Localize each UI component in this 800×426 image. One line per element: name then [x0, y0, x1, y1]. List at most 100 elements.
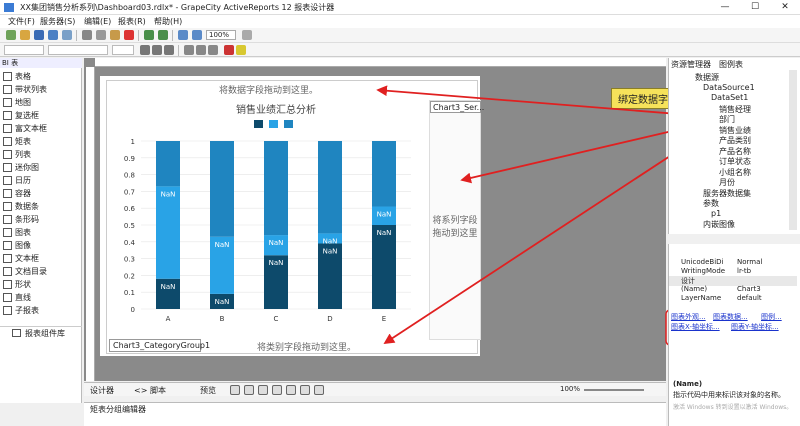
undo-icon[interactable]	[144, 30, 154, 40]
zoom-out-icon[interactable]	[192, 30, 202, 40]
tab-legend-table[interactable]: 图例表	[719, 59, 743, 70]
series-field-label: Chart3_Ser...	[433, 103, 485, 112]
chart-control[interactable]: 将数据字段拖动到这里。 销售业绩汇总分析 0 0.1 0.2 0.3 0.4 0.5 0.6 0…	[106, 80, 478, 354]
save-icon[interactable]	[34, 30, 44, 40]
layout-icon-2[interactable]	[244, 385, 254, 395]
tab-script[interactable]: <> 脚本	[134, 385, 166, 396]
tab-resource-explorer[interactable]: 资源管理器	[671, 59, 711, 70]
tree-node[interactable]: 服务器数据集	[703, 188, 751, 199]
menu-help[interactable]: 帮助(H)	[154, 16, 182, 27]
series-drop-area[interactable]: Chart3_Ser... 将系列字段拖动到这里	[429, 100, 485, 340]
category-drop-hint[interactable]: 将类别字段拖动到这里。	[257, 340, 356, 353]
toolbox-item[interactable]: 图表	[0, 226, 82, 238]
font-select[interactable]	[48, 45, 108, 55]
cut-icon[interactable]	[82, 30, 92, 40]
hand-icon[interactable]	[314, 385, 324, 395]
open-icon[interactable]	[20, 30, 30, 40]
toolbox-item[interactable]: 文本框	[0, 252, 82, 264]
delete-icon[interactable]	[124, 30, 134, 40]
zoom-select[interactable]: 100%	[206, 30, 236, 40]
size-select[interactable]	[112, 45, 134, 55]
minimize-button[interactable]: —	[710, 0, 740, 15]
toolbox-item[interactable]: 富文本框	[0, 122, 82, 134]
data-drop-hint[interactable]: 将数据字段拖动到这里。	[219, 83, 318, 96]
toolbox-item[interactable]: 迷你图	[0, 161, 82, 173]
menu-report[interactable]: 报表(R)	[118, 16, 146, 27]
toolbox-item[interactable]: 地图	[0, 96, 82, 108]
toolbox-item[interactable]: 形状	[0, 278, 82, 290]
toolbox-item[interactable]: 子报表	[0, 304, 82, 316]
tree-node[interactable]: 订单状态	[719, 156, 751, 167]
align-left-icon[interactable]	[184, 45, 194, 55]
style-select[interactable]	[4, 45, 44, 55]
maximize-button[interactable]: ☐	[740, 0, 770, 15]
property-row[interactable]: LayerName default	[669, 294, 797, 304]
zoom-in-icon[interactable]	[178, 30, 188, 40]
menu-server[interactable]: 服务器(S)	[40, 16, 75, 27]
toolbox-item-icon	[3, 72, 12, 81]
tree-scrollbar[interactable]	[789, 70, 797, 230]
link-x-axis[interactable]: 图表X-轴坐标...	[671, 322, 720, 332]
fill-color-icon[interactable]	[236, 45, 246, 55]
link-chart-data[interactable]: 图表数据...	[713, 312, 748, 322]
preview-icon[interactable]	[62, 30, 72, 40]
zoom-slider[interactable]	[584, 389, 644, 391]
new-icon[interactable]	[6, 30, 16, 40]
link-y-axis[interactable]: 图表Y-轴坐标...	[731, 322, 779, 332]
toolbox-item[interactable]: 数据条	[0, 200, 82, 212]
series-field-box[interactable]: Chart3_Ser...	[430, 101, 485, 113]
toolbox-item[interactable]: 图像	[0, 239, 82, 251]
toolbox-item[interactable]: 容器	[0, 187, 82, 199]
font-color-icon[interactable]	[224, 45, 234, 55]
link-legend[interactable]: 图例...	[761, 312, 782, 322]
y-tick-label: 0	[131, 306, 135, 314]
tree-node[interactable]: 销售经理	[719, 104, 751, 115]
align-center-icon[interactable]	[196, 45, 206, 55]
tree-node[interactable]: 部门	[719, 114, 735, 125]
redo-icon[interactable]	[158, 30, 168, 40]
paste-icon[interactable]	[110, 30, 120, 40]
menu-file[interactable]: 文件(F)	[8, 16, 35, 27]
toolbox-item[interactable]: 文档目录	[0, 265, 82, 277]
tab-preview[interactable]: 预览	[200, 385, 216, 396]
layout-icon-3[interactable]	[258, 385, 268, 395]
tree-node[interactable]: 月份	[719, 177, 735, 188]
tab-designer[interactable]: 设计器	[90, 385, 114, 396]
data-label: NaN	[215, 298, 230, 306]
toolbox-item[interactable]: 直线	[0, 291, 82, 303]
data-label: NaN	[377, 211, 392, 219]
toolbox-item[interactable]: 列表	[0, 148, 82, 160]
tree-node[interactable]: 产品名称	[719, 146, 751, 157]
tree-node[interactable]: 小组名称	[719, 167, 751, 178]
zoom-fit-icon[interactable]	[242, 30, 252, 40]
menu-edit[interactable]: 编辑(E)	[84, 16, 111, 27]
category-group-box[interactable]: Chart3_CategoryGroup1	[109, 339, 210, 352]
toolbox-item[interactable]: 复选框	[0, 109, 82, 121]
tree-node[interactable]: p1	[711, 209, 721, 218]
tree-node[interactable]: 数据源	[695, 72, 719, 83]
tree-node[interactable]: 参数	[703, 198, 719, 209]
toolbox-item[interactable]: 带状列表	[0, 83, 82, 95]
layout-icon-1[interactable]	[230, 385, 240, 395]
tree-node[interactable]: DataSource1	[703, 83, 755, 92]
save-as-icon[interactable]	[48, 30, 58, 40]
select-icon[interactable]	[300, 385, 310, 395]
grid-icon[interactable]	[272, 385, 282, 395]
tree-node[interactable]: 销售业绩	[719, 125, 751, 136]
tree-node[interactable]: DataSet1	[711, 93, 748, 102]
link-chart-appearance[interactable]: 图表外观...	[671, 312, 706, 322]
toolbox-item[interactable]: 表格	[0, 70, 82, 82]
copy-icon[interactable]	[96, 30, 106, 40]
tree-node[interactable]: 产品类别	[719, 135, 751, 146]
toolbox-item[interactable]: 矩表	[0, 135, 82, 147]
toolbox-item[interactable]: 条形码	[0, 213, 82, 225]
align-right-icon[interactable]	[208, 45, 218, 55]
italic-icon[interactable]	[152, 45, 162, 55]
underline-icon[interactable]	[164, 45, 174, 55]
component-library[interactable]: 报表组件库	[0, 326, 82, 338]
bold-icon[interactable]	[140, 45, 150, 55]
toolbox-item[interactable]: 日历	[0, 174, 82, 186]
close-button[interactable]: ✕	[770, 0, 800, 15]
snap-icon[interactable]	[286, 385, 296, 395]
tree-node[interactable]: 内嵌图像	[703, 219, 735, 230]
